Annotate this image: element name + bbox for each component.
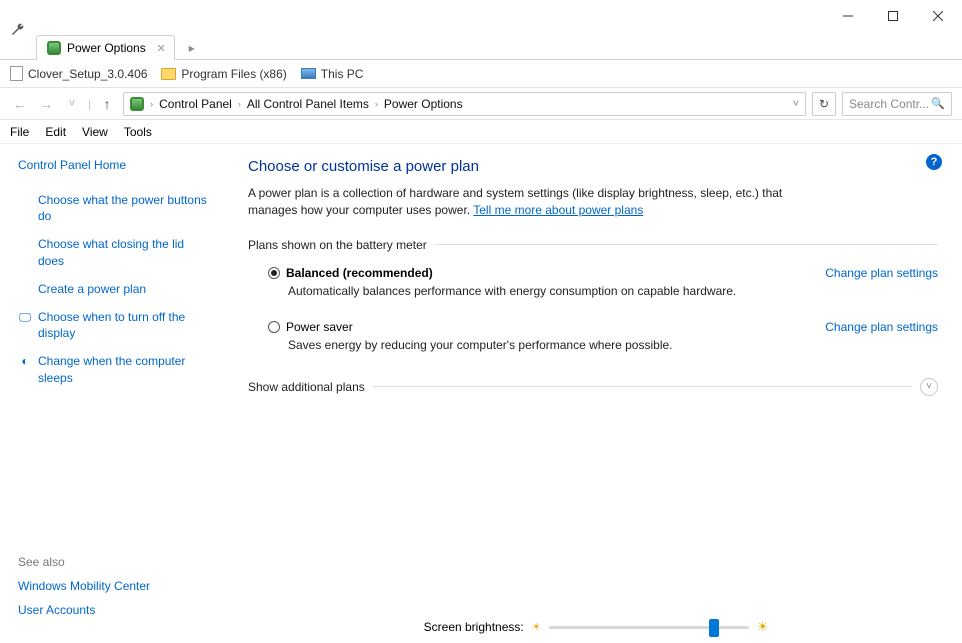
power-icon xyxy=(130,97,144,111)
address-bar: ← → ˅ | ↑ › Control Panel › All Control … xyxy=(0,88,962,120)
sidebar-link[interactable]: Choose what closing the lid does xyxy=(18,236,208,268)
see-also-section: See also Windows Mobility Center User Ac… xyxy=(18,555,218,627)
chevron-right-icon[interactable]: › xyxy=(150,99,153,109)
power-icon xyxy=(47,41,61,55)
learn-more-link[interactable]: Tell me more about power plans xyxy=(473,203,643,217)
menu-file[interactable]: File xyxy=(10,125,29,139)
maximize-button[interactable] xyxy=(870,2,915,30)
sidebar-link[interactable]: Choose what the power buttons do xyxy=(18,192,208,224)
sun-high-icon: ☀ xyxy=(757,619,769,635)
tab-label: Power Options xyxy=(67,41,146,55)
tab-close-icon[interactable]: ✕ xyxy=(156,42,165,55)
chevron-down-icon[interactable]: ˅ xyxy=(793,98,799,110)
back-button[interactable]: ← xyxy=(10,96,30,112)
shortcut-item[interactable]: This PC xyxy=(301,67,364,81)
monitor-icon xyxy=(301,68,316,79)
folder-icon xyxy=(161,68,176,80)
plans-group-label: Plans shown on the battery meter xyxy=(248,238,938,252)
menu-edit[interactable]: Edit xyxy=(45,125,66,139)
shortcut-label: Program Files (x86) xyxy=(181,67,286,81)
shortcut-item[interactable]: Clover_Setup_3.0.406 xyxy=(10,66,147,81)
close-button[interactable] xyxy=(915,2,960,30)
minimize-button[interactable] xyxy=(825,2,870,30)
sun-low-icon: ☀ xyxy=(532,622,541,633)
main-panel: ? Choose or customise a power plan A pow… xyxy=(220,144,962,643)
breadcrumb-item[interactable]: Power Options xyxy=(384,97,463,111)
menu-bar: File Edit View Tools xyxy=(0,120,962,144)
new-tab-button[interactable]: ▸ xyxy=(183,37,201,59)
tab-power-options[interactable]: Power Options ✕ xyxy=(36,35,175,60)
sidebar-link[interactable]: 🖵 Choose when to turn off the display xyxy=(18,309,208,341)
bookmarks-bar: Clover_Setup_3.0.406 Program Files (x86)… xyxy=(0,60,962,88)
chevron-right-icon[interactable]: › xyxy=(375,99,378,109)
plan-name: Power saver xyxy=(286,320,353,334)
change-plan-settings-link[interactable]: Change plan settings xyxy=(825,266,938,280)
brightness-control: Screen brightness: ☀ ☀ xyxy=(250,619,942,635)
recent-dropdown[interactable]: ˅ xyxy=(62,98,82,110)
power-plan-balanced: Balanced (recommended) Automatically bal… xyxy=(248,264,938,314)
plan-description: Saves energy by reducing your computer's… xyxy=(288,338,805,352)
refresh-button[interactable]: ↻ xyxy=(812,92,836,116)
sidebar: Control Panel Home Choose what the power… xyxy=(0,144,220,643)
page-title: Choose or customise a power plan xyxy=(248,158,938,175)
sidebar-link[interactable]: ◐ Change when the computer sleeps xyxy=(18,353,208,385)
brightness-slider[interactable] xyxy=(549,626,749,629)
plan-description: Automatically balances performance with … xyxy=(288,284,805,298)
chevron-down-icon[interactable]: ˅ xyxy=(920,378,938,396)
file-icon xyxy=(10,66,23,81)
power-plan-saver: Power saver Saves energy by reducing you… xyxy=(248,318,938,368)
breadcrumb-item[interactable]: All Control Panel Items xyxy=(247,97,369,111)
menu-view[interactable]: View xyxy=(82,125,108,139)
radio-power-saver[interactable] xyxy=(268,321,280,333)
see-also-heading: See also xyxy=(18,555,218,569)
additional-plans-toggle[interactable]: Show additional plans ˅ xyxy=(248,378,938,396)
change-plan-settings-link[interactable]: Change plan settings xyxy=(825,320,938,334)
page-description: A power plan is a collection of hardware… xyxy=(248,185,808,220)
shortcut-item[interactable]: Program Files (x86) xyxy=(161,67,286,81)
control-panel-home-link[interactable]: Control Panel Home xyxy=(18,158,208,172)
help-icon[interactable]: ? xyxy=(926,154,942,170)
shortcut-label: This PC xyxy=(321,67,364,81)
radio-balanced[interactable] xyxy=(268,267,280,279)
shortcut-label: Clover_Setup_3.0.406 xyxy=(28,67,147,81)
slider-thumb[interactable] xyxy=(709,619,719,637)
sidebar-link[interactable]: Create a power plan xyxy=(18,281,208,297)
wrench-icon xyxy=(6,18,30,42)
breadcrumb-item[interactable]: Control Panel xyxy=(159,97,232,111)
tab-bar: Power Options ✕ ▸ xyxy=(0,32,962,60)
moon-icon: ◐ xyxy=(18,353,32,369)
breadcrumb[interactable]: › Control Panel › All Control Panel Item… xyxy=(123,92,806,116)
forward-button[interactable]: → xyxy=(36,96,56,112)
menu-tools[interactable]: Tools xyxy=(124,125,152,139)
up-button[interactable]: ↑ xyxy=(97,96,117,112)
see-also-link[interactable]: User Accounts xyxy=(18,603,218,617)
plan-name: Balanced (recommended) xyxy=(286,266,433,280)
brightness-label: Screen brightness: xyxy=(424,620,524,634)
search-placeholder: Search Contr... xyxy=(849,97,929,111)
chevron-right-icon[interactable]: › xyxy=(238,99,241,109)
search-icon: 🔍 xyxy=(931,97,945,110)
search-input[interactable]: Search Contr... 🔍 xyxy=(842,92,952,116)
title-bar xyxy=(0,0,962,32)
see-also-link[interactable]: Windows Mobility Center xyxy=(18,579,218,593)
content-area: Control Panel Home Choose what the power… xyxy=(0,144,962,643)
monitor-icon: 🖵 xyxy=(18,309,32,325)
